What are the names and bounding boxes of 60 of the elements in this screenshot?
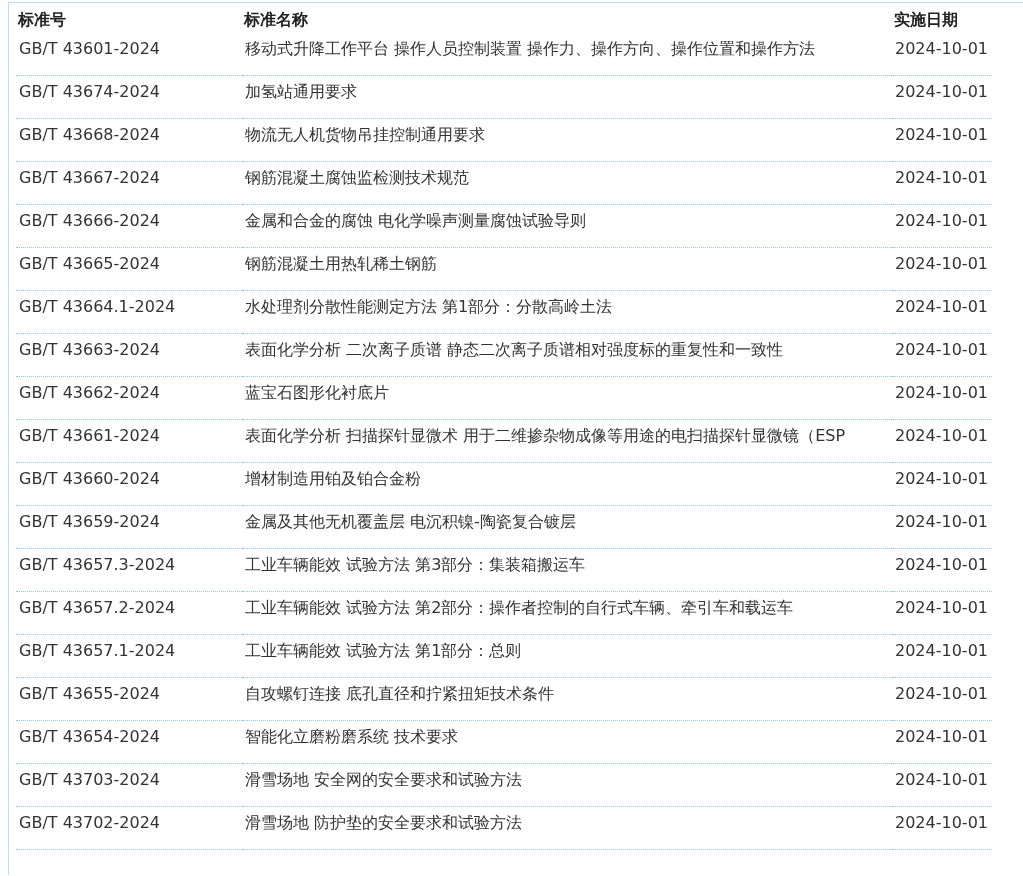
standard-name-cell: 智能化立磨粉磨系统 技术要求	[242, 721, 892, 764]
standard-code-cell: GB/T 43674-2024	[16, 76, 242, 119]
standard-name-cell: 移动式升降工作平台 操作人员控制装置 操作力、操作方向、操作位置和操作方法	[242, 33, 892, 76]
standard-code-cell: GB/T 43665-2024	[16, 248, 242, 291]
standard-name-cell: 钢筋混凝土腐蚀监检测技术规范	[242, 162, 892, 205]
date-cell: 2024-10-01	[892, 162, 992, 205]
standard-name-cell: 工业车辆能效 试验方法 第3部分：集装箱搬运车	[242, 549, 892, 592]
standard-name-cell: 金属和合金的腐蚀 电化学噪声测量腐蚀试验导则	[242, 205, 892, 248]
date-cell: 2024-10-01	[892, 506, 992, 549]
standard-name-cell: 加氢站通用要求	[242, 76, 892, 119]
standard-name-cell: 工业车辆能效 试验方法 第1部分：总则	[242, 635, 892, 678]
standard-name-cell: 水处理剂分散性能测定方法 第1部分：分散高岭土法	[242, 291, 892, 334]
column-header: 实施日期	[893, 9, 959, 31]
date-cell: 2024-10-01	[892, 592, 992, 635]
date-cell: 2024-10-01	[892, 33, 992, 76]
standard-code-cell: GB/T 43662-2024	[16, 377, 242, 420]
date-cell: 2024-10-01	[892, 635, 992, 678]
standard-code-cell: GB/T 43601-2024	[16, 33, 242, 76]
date-cell: 2024-10-01	[892, 248, 992, 291]
standard-name-cell: 滑雪场地 安全网的安全要求和试验方法	[242, 764, 892, 807]
standard-name-cell: 蓝宝石图形化衬底片	[242, 377, 892, 420]
date-cell: 2024-10-01	[892, 549, 992, 592]
date-cell: 2024-10-01	[892, 76, 992, 119]
standard-name-cell: 物流无人机货物吊挂控制通用要求	[242, 119, 892, 162]
standard-code-cell: GB/T 43657.3-2024	[16, 549, 242, 592]
standard-code-cell: GB/T 43654-2024	[16, 721, 242, 764]
standard-code-cell: GB/T 43657.2-2024	[16, 592, 242, 635]
date-cell: 2024-10-01	[892, 721, 992, 764]
standard-code-cell: GB/T 43702-2024	[16, 807, 242, 850]
standard-code-cell: GB/T 43666-2024	[16, 205, 242, 248]
standard-code-cell: GB/T 43664.1-2024	[16, 291, 242, 334]
standard-code-cell: GB/T 43659-2024	[16, 506, 242, 549]
date-cell: 2024-10-01	[892, 463, 992, 506]
date-cell: 2024-10-01	[892, 291, 992, 334]
standard-code-cell: GB/T 43667-2024	[16, 162, 242, 205]
standard-code-cell: GB/T 43657.1-2024	[16, 635, 242, 678]
date-cell: 2024-10-01	[892, 119, 992, 162]
date-cell: 2024-10-01	[892, 807, 992, 850]
standard-code-cell: GB/T 43663-2024	[16, 334, 242, 377]
standard-name-cell: 钢筋混凝土用热轧稀土钢筋	[242, 248, 892, 291]
date-cell: 2024-10-01	[892, 764, 992, 807]
date-cell: 2024-10-01	[892, 420, 992, 463]
date-cell: 2024-10-01	[892, 334, 992, 377]
date-cell: 2024-10-01	[892, 205, 992, 248]
standard-name-cell: 自攻螺钉连接 底孔直径和拧紧扭矩技术条件	[242, 678, 892, 721]
date-cell: 2024-10-01	[892, 377, 992, 420]
standard-code-cell: GB/T 43660-2024	[16, 463, 242, 506]
standard-name-cell: 增材制造用铂及铂合金粉	[242, 463, 892, 506]
standard-code-cell: GB/T 43668-2024	[16, 119, 242, 162]
standard-code-cell: GB/T 43703-2024	[16, 764, 242, 807]
standard-code-cell: GB/T 43655-2024	[16, 678, 242, 721]
standard-name-cell: 表面化学分析 二次离子质谱 静态二次离子质谱相对强度标的重复性和一致性	[242, 334, 892, 377]
standard-name-cell: 滑雪场地 防护垫的安全要求和试验方法	[242, 807, 892, 850]
column-header: 标准号	[16, 9, 67, 31]
standard-code-cell: GB/T 43661-2024	[16, 420, 242, 463]
standard-name-cell: 表面化学分析 扫描探针显微术 用于二维掺杂物成像等用途的电扫描探针显微镜（ESP	[242, 420, 892, 463]
standard-name-cell: 金属及其他无机覆盖层 电沉积镍-陶瓷复合镀层	[242, 506, 892, 549]
date-cell: 2024-10-01	[892, 678, 992, 721]
column-header: 标准名称	[242, 9, 309, 31]
standard-name-cell: 工业车辆能效 试验方法 第2部分：操作者控制的自行式车辆、牵引车和载运车	[242, 592, 892, 635]
